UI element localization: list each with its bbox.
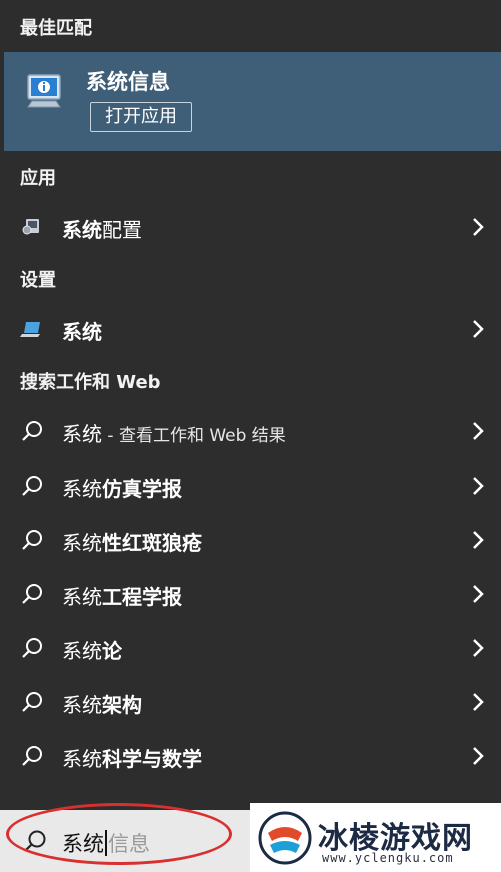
result-prefix-text: 系统 <box>62 477 102 501</box>
search-icon <box>22 692 42 712</box>
watermark-url: www.yclengku.com <box>322 851 454 865</box>
chevron-right-icon[interactable] <box>471 529 485 551</box>
result-bold-text: 性红斑狼疮 <box>102 531 202 555</box>
result-bold-text: 仿真学报 <box>102 477 182 501</box>
result-bold-text: 系统 <box>62 320 102 344</box>
settings-result-system[interactable]: 系统 <box>0 307 501 353</box>
search-results-panel: 最佳匹配 系统信息 打开应用 应用 系统配置 设置 系统 搜索工作和 Web 系… <box>0 0 501 872</box>
result-prefix-text: 系统 <box>62 422 102 446</box>
laptop-icon <box>20 322 40 337</box>
result-prefix-text: 系统 <box>62 531 102 555</box>
search-icon <box>22 530 42 550</box>
section-best-match: 最佳匹配 <box>20 18 92 39</box>
section-apps: 应用 <box>20 168 56 189</box>
search-icon <box>22 421 42 441</box>
result-suffix-text: - 查看工作和 Web 结果 <box>102 426 286 446</box>
chevron-right-icon[interactable] <box>471 318 485 340</box>
result-bold-text: 论 <box>102 639 122 663</box>
chevron-right-icon[interactable] <box>471 216 485 238</box>
system-config-icon <box>22 219 39 235</box>
result-prefix-text: 系统 <box>62 639 102 663</box>
app-result-system-config[interactable]: 系统配置 <box>0 205 501 251</box>
search-icon <box>22 584 42 604</box>
result-bold-text: 架构 <box>102 693 142 717</box>
chevron-right-icon[interactable] <box>471 637 485 659</box>
result-prefix-text: 系统 <box>62 747 102 771</box>
section-search-web: 搜索工作和 Web <box>20 372 161 393</box>
search-icon <box>22 746 42 766</box>
chevron-right-icon[interactable] <box>471 583 485 605</box>
system-information-icon <box>27 74 61 108</box>
best-match-name: 系统信息 <box>86 70 170 94</box>
web-result[interactable]: 系统仿真学报 <box>0 464 501 510</box>
web-result[interactable]: 系统科学与数学 <box>0 734 501 780</box>
section-settings: 设置 <box>20 270 56 291</box>
watermark: 冰棱游戏网 www.yclengku.com <box>250 803 501 872</box>
result-bold-text: 科学与数学 <box>102 747 202 771</box>
web-result[interactable]: 系统论 <box>0 626 501 672</box>
chevron-right-icon[interactable] <box>471 745 485 767</box>
chevron-right-icon[interactable] <box>471 420 485 442</box>
watermark-logo-icon <box>258 811 312 865</box>
search-icon <box>22 476 42 496</box>
result-bold-text: 工程学报 <box>102 585 182 609</box>
result-rest-text: 配置 <box>102 218 142 242</box>
web-result[interactable]: 系统 - 查看工作和 Web 结果 <box>0 409 501 455</box>
web-result[interactable]: 系统工程学报 <box>0 572 501 618</box>
highlight-annotation <box>6 803 232 865</box>
search-icon <box>22 638 42 658</box>
web-result[interactable]: 系统架构 <box>0 680 501 726</box>
result-prefix-text: 系统 <box>62 693 102 717</box>
result-bold-text: 系统 <box>62 218 102 242</box>
web-result[interactable]: 系统性红斑狼疮 <box>0 518 501 564</box>
best-match-item[interactable]: 系统信息 打开应用 <box>4 52 501 151</box>
result-prefix-text: 系统 <box>62 585 102 609</box>
open-app-button[interactable]: 打开应用 <box>90 102 192 132</box>
chevron-right-icon[interactable] <box>471 475 485 497</box>
chevron-right-icon[interactable] <box>471 691 485 713</box>
